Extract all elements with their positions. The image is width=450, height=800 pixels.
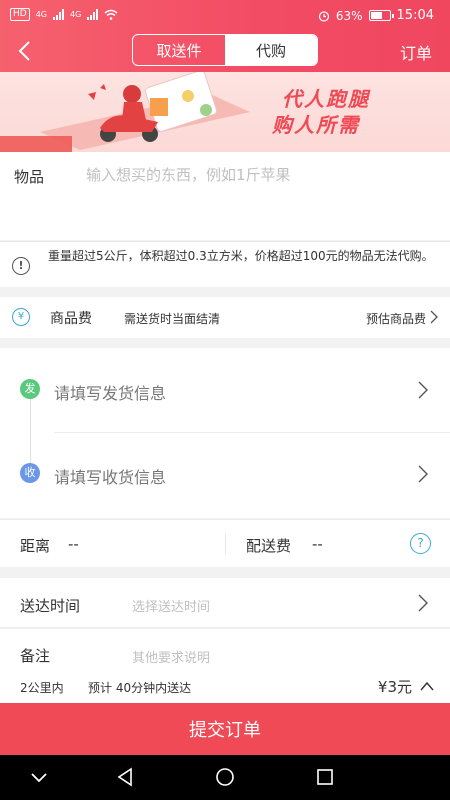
- shipping-fee-value: --: [312, 535, 323, 553]
- delivery-time-label: 送达时间: [20, 597, 81, 615]
- tab-purchase[interactable]: 代购: [225, 35, 317, 65]
- goods-fee-row[interactable]: ¥ 商品费 需送货时当面结清 预估商品费: [0, 297, 450, 338]
- delivery-time-picker[interactable]: 选择送达时间: [132, 596, 210, 615]
- clock: 15:04: [396, 8, 434, 23]
- distance-label: 距离: [20, 537, 51, 555]
- signal-icon: [53, 9, 64, 20]
- remark-row: 备注 其他要求说明: [0, 629, 450, 671]
- network-type-label: 4G: [35, 10, 47, 19]
- sender-info-field[interactable]: 请填写发货信息: [54, 380, 166, 404]
- yen-icon: ¥: [12, 308, 30, 326]
- receiver-info-field[interactable]: 请填写收货信息: [54, 464, 166, 488]
- chevron-right-icon: [418, 594, 428, 612]
- info-icon: !: [12, 257, 30, 275]
- restriction-notice: ! 重量超过5公斤，体积超过0.3立方米，价格超过100元的物品无法代购。: [0, 241, 450, 287]
- address-connector: [30, 398, 31, 466]
- alarm-icon: [318, 10, 329, 22]
- divider: [54, 432, 450, 433]
- battery-percent: 63%: [335, 8, 363, 23]
- banner-slogan-line2: 购人所需: [272, 113, 360, 137]
- header-bar: HD 4G 4G 63% 15:04 取送件 代购 订单: [0, 0, 450, 72]
- wifi-icon: [104, 9, 118, 20]
- goods-fee-desc: 需送货时当面结清: [124, 312, 221, 326]
- orders-link[interactable]: 订单: [400, 40, 432, 64]
- signal-icon-2: [87, 9, 99, 20]
- chevron-up-icon[interactable]: [420, 681, 434, 691]
- item-label: 物品: [14, 168, 45, 186]
- divider: [225, 534, 226, 554]
- remark-label: 备注: [20, 647, 51, 665]
- chevron-down-icon[interactable]: [28, 766, 50, 788]
- goods-fee-label: 商品费: [50, 311, 92, 327]
- receive-badge: 收: [20, 463, 40, 483]
- tab-pickup-delivery[interactable]: 取送件: [133, 35, 225, 65]
- promo-banner[interactable]: 代人跑腿 购人所需: [0, 72, 450, 152]
- mode-switch: 取送件 代购: [132, 34, 318, 66]
- chevron-right-icon[interactable]: [418, 381, 428, 399]
- recents-square-icon[interactable]: [314, 766, 336, 788]
- chevron-right-icon: [430, 310, 438, 324]
- hd-badge: HD: [10, 8, 30, 21]
- help-icon[interactable]: ?: [410, 533, 431, 554]
- battery-icon: [368, 10, 394, 21]
- send-badge: 发: [20, 379, 40, 399]
- network-type-label-2: 4G: [70, 10, 82, 19]
- address-section: 发 请填写发货信息 收 请填写收货信息: [0, 348, 450, 518]
- estimate-goods-fee-link[interactable]: 预估商品费: [366, 310, 426, 327]
- delivery-time-row[interactable]: 送达时间 选择送达时间: [0, 578, 450, 628]
- chevron-right-icon[interactable]: [418, 465, 428, 483]
- courier-illustration: [0, 72, 250, 152]
- shipping-fee-label: 配送费: [246, 537, 292, 555]
- remark-input[interactable]: 其他要求说明: [132, 647, 210, 666]
- banner-slogan-line1: 代人跑腿: [282, 87, 370, 111]
- battery-fill: [370, 12, 382, 19]
- summary-eta: 预计 40分钟内送达: [88, 681, 192, 695]
- distance-value: --: [68, 535, 79, 553]
- back-arrow-icon[interactable]: [14, 38, 36, 64]
- summary-price[interactable]: ¥3元: [378, 676, 412, 697]
- item-input[interactable]: [86, 162, 436, 188]
- item-section: 物品: [0, 152, 450, 240]
- distance-fee-row: 距离 -- 配送费 -- ?: [0, 519, 450, 567]
- back-triangle-icon[interactable]: [114, 766, 136, 788]
- price-summary: 2公里内 预计 40分钟内送达 ¥3元: [0, 671, 450, 703]
- system-nav-bar: [0, 755, 450, 800]
- notice-text: 重量超过5公斤，体积超过0.3立方米，价格超过100元的物品无法代购。: [48, 249, 434, 263]
- status-bar: HD 4G 4G 63% 15:04: [0, 0, 450, 30]
- summary-distance: 2公里内: [20, 681, 64, 695]
- banner-slogan: 代人跑腿 购人所需: [272, 86, 370, 138]
- submit-order-button[interactable]: 提交订单: [0, 703, 450, 755]
- home-circle-icon[interactable]: [214, 766, 236, 788]
